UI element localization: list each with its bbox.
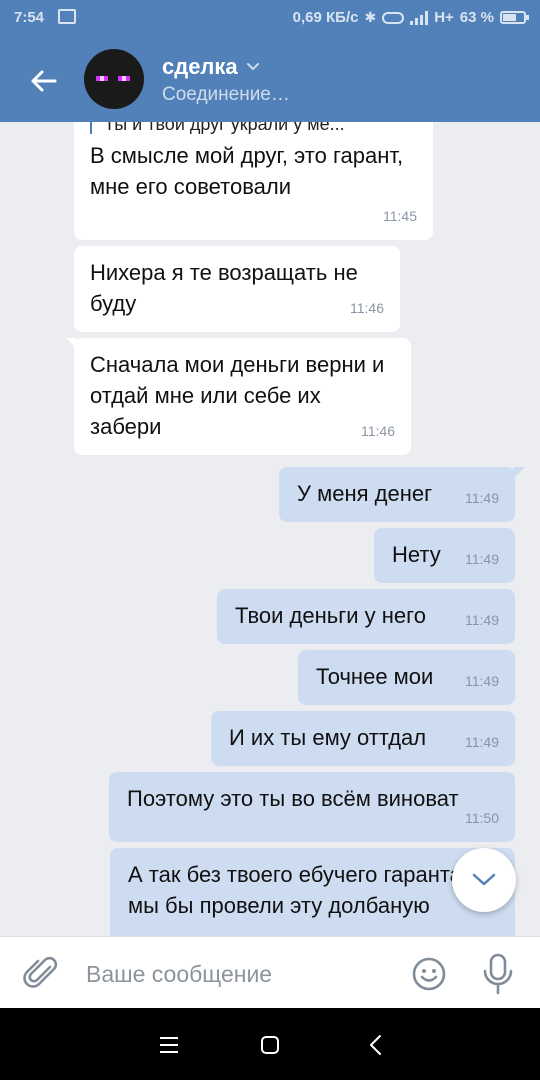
menu-icon — [160, 1037, 178, 1053]
emoji-button[interactable] — [410, 955, 448, 993]
message-bubble[interactable]: Поэтому это ты во всём виноват 11:50 — [109, 772, 515, 842]
message-time: 11:49 — [465, 612, 499, 628]
message-time: 11:46 — [361, 423, 395, 439]
back-nav-button[interactable] — [360, 1030, 390, 1060]
message-text: Сначала мои деньги верни и отдай мне или… — [90, 352, 385, 439]
message-input[interactable] — [86, 957, 386, 991]
app-header: 7:54 0,69 КБ/с ✱ H+ 63 % сделка Соединен… — [0, 0, 540, 122]
chevron-down-icon — [246, 63, 259, 71]
message-bubble[interactable]: Ты и твой друг украли у ме... В смысле м… — [74, 122, 433, 240]
gallery-notification-icon — [58, 9, 76, 24]
message-time: 11:50 — [465, 810, 499, 826]
message-time: 11:45 — [383, 208, 417, 224]
message-text: И их ты ему оттдал — [229, 725, 427, 750]
system-nav-bar — [0, 1008, 540, 1080]
message-time: 11:49 — [465, 490, 499, 506]
signal-icon — [410, 10, 429, 25]
home-icon — [261, 1036, 279, 1054]
bluetooth-icon: ✱ — [364, 9, 377, 25]
chat-status: Соединение… — [162, 84, 290, 105]
status-time: 7:54 — [14, 9, 45, 26]
quoted-message[interactable]: Ты и твой друг украли у ме... — [90, 122, 417, 134]
message-text: Нихера я те возращать не буду — [90, 260, 358, 316]
chevron-down-icon — [472, 873, 496, 886]
message-bubble[interactable]: Нихера я те возращать не буду 11:46 — [74, 246, 400, 332]
status-bar: 7:54 0,69 КБ/с ✱ H+ 63 % — [0, 0, 540, 36]
battery-icon — [500, 11, 529, 24]
message-time: 11:49 — [465, 673, 499, 689]
message-bubble[interactable]: Сначала мои деньги верни и отдай мне или… — [66, 338, 411, 455]
back-triangle-icon — [370, 1035, 381, 1055]
scroll-down-button[interactable] — [452, 848, 516, 912]
alarm-icon — [382, 11, 405, 24]
attach-button[interactable] — [22, 953, 62, 993]
message-time: 11:46 — [350, 300, 384, 316]
chat-title[interactable]: сделка — [162, 54, 260, 80]
battery-percent: 63 % — [459, 9, 494, 26]
message-text: Поэтому это ты во всём виноват — [127, 786, 459, 811]
avatar[interactable] — [84, 49, 144, 109]
message-bubble[interactable]: Нету 11:49 — [374, 528, 515, 583]
arrow-left-icon — [31, 70, 57, 92]
message-bubble[interactable]: У меня денег 11:49 — [279, 467, 525, 522]
message-text: В смысле мой друг, это гарант, мне его с… — [90, 143, 404, 199]
smiley-icon — [412, 957, 446, 991]
microphone-icon — [483, 953, 513, 995]
paperclip-icon — [23, 956, 58, 988]
net-speed: 0,69 КБ/с — [292, 9, 359, 26]
message-bubble[interactable]: Точнее мои 11:49 — [298, 650, 515, 705]
home-nav-button[interactable] — [255, 1030, 285, 1060]
message-time: 11:49 — [465, 551, 499, 567]
network-type: H+ — [434, 9, 454, 26]
message-list[interactable]: Ты и твой друг украли у ме... В смысле м… — [0, 122, 540, 936]
voice-message-button[interactable] — [480, 951, 516, 997]
message-bubble[interactable]: И их ты ему оттдал 11:49 — [211, 711, 515, 766]
message-composer — [0, 936, 540, 1008]
message-text: А так без твоего ебучего гаранта мы бы п… — [128, 862, 462, 918]
message-bubble[interactable]: Твои деньги у него 11:49 — [217, 589, 515, 644]
chat-title-text: сделка — [162, 54, 238, 79]
message-time: 11:49 — [465, 734, 499, 750]
message-text: Твои деньги у него — [235, 603, 426, 628]
menu-nav-button[interactable] — [154, 1030, 184, 1060]
back-button[interactable] — [20, 58, 66, 104]
